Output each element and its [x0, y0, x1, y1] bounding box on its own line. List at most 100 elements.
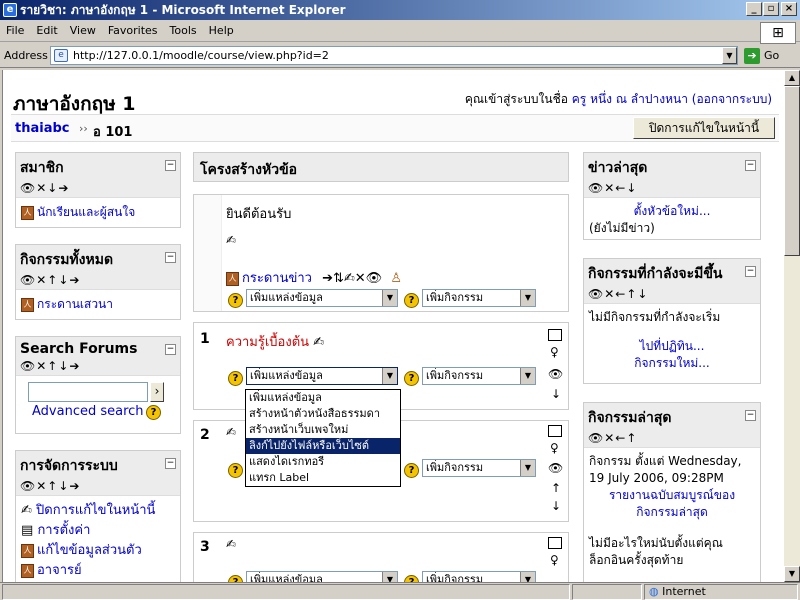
admin-turn-editing-off[interactable]: ปิดการแก้ไขในหน้านี้: [36, 503, 155, 518]
add-resource-select[interactable]: เพิ่มแหล่งข้อมูล ▼: [246, 571, 398, 582]
collapse-icon[interactable]: −: [165, 252, 176, 263]
block-controls[interactable]: 👁✕↑↓➔: [20, 359, 176, 373]
participants-link[interactable]: นักเรียนและผู้สนใจ: [37, 205, 135, 219]
add-resource-select[interactable]: เพิ่มแหล่งข้อมูล ▼: [246, 289, 398, 307]
close-button[interactable]: ×: [781, 2, 797, 16]
add-activity-select[interactable]: เพิ่มกิจกรรม ▼: [422, 367, 536, 385]
scroll-down-icon[interactable]: ▼: [784, 566, 800, 582]
move-down-icon[interactable]: ↓: [551, 387, 561, 401]
admin-teachers[interactable]: อาจารย์: [37, 563, 82, 578]
collapse-icon[interactable]: −: [165, 458, 176, 469]
news-forum-link[interactable]: กระดานข่าว: [242, 271, 312, 286]
highlight-bulb-icon[interactable]: ♀: [550, 553, 559, 567]
help-icon[interactable]: ?: [228, 463, 243, 478]
dropdown-option[interactable]: สร้างหน้าเว็บเพจใหม่: [246, 422, 400, 438]
dropdown-option-selected[interactable]: ลิงก์ไปยังไฟล์หรือเว็บไซต์: [246, 438, 400, 454]
dropdown-option[interactable]: แทรก Label: [246, 470, 400, 486]
block-controls[interactable]: 👁✕←↑↓: [588, 287, 756, 301]
vertical-scrollbar[interactable]: ▲ ▼: [784, 70, 800, 582]
dropdown-arrow-icon[interactable]: ▼: [520, 368, 535, 384]
dropdown-arrow-icon[interactable]: ▼: [520, 290, 535, 306]
add-activity-select[interactable]: เพิ่มกิจกรรม ▼: [422, 459, 536, 477]
dropdown-option[interactable]: เพิ่มแหล่งข้อมูล: [246, 390, 400, 406]
mark-current-icon[interactable]: [548, 425, 562, 437]
mark-current-icon[interactable]: [548, 537, 562, 549]
breadcrumb-home[interactable]: thaiabc: [15, 121, 69, 136]
dropdown-arrow-icon[interactable]: ▼: [520, 572, 535, 582]
go-button[interactable]: ➔ Go: [744, 47, 796, 65]
edit-pencil-icon[interactable]: ✍: [226, 425, 236, 439]
help-icon[interactable]: ?: [404, 371, 419, 386]
menu-view[interactable]: View: [64, 20, 102, 42]
dropdown-arrow-icon[interactable]: ▼: [382, 368, 397, 384]
address-dropdown-button[interactable]: ▼: [722, 47, 737, 64]
menu-file[interactable]: File: [0, 20, 30, 42]
show-eye-icon[interactable]: 👁: [548, 461, 563, 475]
collapse-icon[interactable]: −: [165, 160, 176, 171]
block-title: การจัดการระบบ: [20, 458, 118, 474]
forum-edit-controls[interactable]: ➔⇅✍✕👁: [322, 271, 382, 286]
dropdown-arrow-icon[interactable]: ▼: [382, 290, 397, 306]
show-eye-icon[interactable]: 👁: [548, 367, 563, 381]
help-icon[interactable]: ?: [228, 575, 243, 582]
highlight-bulb-icon[interactable]: ♀: [550, 345, 559, 359]
dropdown-option[interactable]: แสดงไดเรกทอรี: [246, 454, 400, 470]
help-icon[interactable]: ?: [404, 463, 419, 478]
turn-editing-off-button[interactable]: ปิดการแก้ไขในหน้านี้: [633, 117, 775, 139]
scroll-thumb[interactable]: [784, 86, 800, 256]
user-link[interactable]: ครู หนึ่ง ณ ลำปางหนา: [572, 92, 688, 106]
block-controls[interactable]: 👁✕←↓: [588, 181, 756, 195]
minimize-button[interactable]: _: [746, 2, 762, 16]
breadcrumb-current: อ 101: [93, 125, 133, 140]
help-icon[interactable]: ?: [228, 293, 243, 308]
move-up-icon[interactable]: ↑: [551, 481, 561, 495]
add-activity-select[interactable]: เพิ่มกิจกรรม ▼: [422, 289, 536, 307]
advanced-search-link[interactable]: Advanced search: [32, 404, 144, 419]
scroll-up-icon[interactable]: ▲: [784, 70, 800, 86]
dropdown-option[interactable]: สร้างหน้าตัวหนังสือธรรมดา: [246, 406, 400, 422]
help-icon[interactable]: ?: [228, 371, 243, 386]
admin-settings[interactable]: การตั้งค่า: [37, 523, 90, 538]
highlight-bulb-icon[interactable]: ♀: [550, 441, 559, 455]
edit-pencil-icon: ✍: [21, 503, 32, 518]
mark-current-icon[interactable]: [548, 329, 562, 341]
block-title: กิจกรรมที่กำลังจะมีขึ้น: [588, 266, 723, 282]
admin-edit-profile[interactable]: แก้ไขข้อมูลส่วนตัว: [37, 543, 142, 558]
address-input[interactable]: http://127.0.0.1/moodle/course/view.php?…: [50, 46, 738, 65]
add-resource-select-open[interactable]: เพิ่มแหล่งข้อมูล ▼: [246, 367, 398, 385]
collapse-icon[interactable]: −: [165, 344, 176, 355]
menu-help[interactable]: Help: [203, 20, 240, 42]
block-controls[interactable]: 👁✕←↑: [588, 431, 756, 445]
move-down-icon[interactable]: ↓: [551, 499, 561, 513]
maximize-button[interactable]: ▫: [763, 2, 779, 16]
collapse-icon[interactable]: −: [745, 160, 756, 171]
add-news-topic-link[interactable]: ตั้งหัวข้อใหม่...: [634, 204, 711, 218]
go-to-calendar-link[interactable]: ไปที่ปฏิทิน...: [640, 339, 705, 353]
collapse-icon[interactable]: −: [745, 410, 756, 421]
forums-link[interactable]: กระดานเสวนา: [37, 297, 113, 311]
collapse-icon[interactable]: −: [745, 266, 756, 277]
search-input[interactable]: [28, 382, 148, 402]
edit-summary-icon[interactable]: ✍: [226, 233, 236, 247]
group-mode-icon[interactable]: ♙: [390, 271, 402, 286]
full-report-link[interactable]: รายงานฉบับสมบูรณ์ของกิจกรรมล่าสุด: [609, 488, 735, 519]
help-icon[interactable]: ?: [146, 405, 161, 420]
menu-tools[interactable]: Tools: [164, 20, 203, 42]
help-icon[interactable]: ?: [404, 575, 419, 582]
menu-favorites[interactable]: Favorites: [102, 20, 164, 42]
search-go-button[interactable]: ›: [150, 382, 164, 402]
help-icon[interactable]: ?: [404, 293, 419, 308]
logout-link[interactable]: (ออกจากระบบ): [692, 92, 772, 106]
menu-edit[interactable]: Edit: [30, 20, 63, 42]
edit-pencil-icon[interactable]: ✍: [226, 537, 236, 551]
latest-news-block: ข่าวล่าสุด 👁✕←↓ − ตั้งหัวข้อใหม่... (ยัง…: [583, 152, 761, 240]
dropdown-arrow-icon[interactable]: ▼: [382, 572, 397, 582]
edit-pencil-icon[interactable]: ✍: [313, 335, 324, 350]
dropdown-arrow-icon[interactable]: ▼: [520, 460, 535, 476]
new-event-link[interactable]: กิจกรรมใหม่...: [634, 356, 710, 370]
block-controls[interactable]: 👁✕↓➔: [20, 181, 176, 195]
block-controls[interactable]: 👁✕↑↓➔: [20, 479, 176, 493]
block-controls[interactable]: 👁✕↑↓➔: [20, 273, 176, 287]
add-activity-select[interactable]: เพิ่มกิจกรรม ▼: [422, 571, 536, 582]
topic-outline-header: โครงสร้างหัวข้อ: [193, 152, 569, 182]
